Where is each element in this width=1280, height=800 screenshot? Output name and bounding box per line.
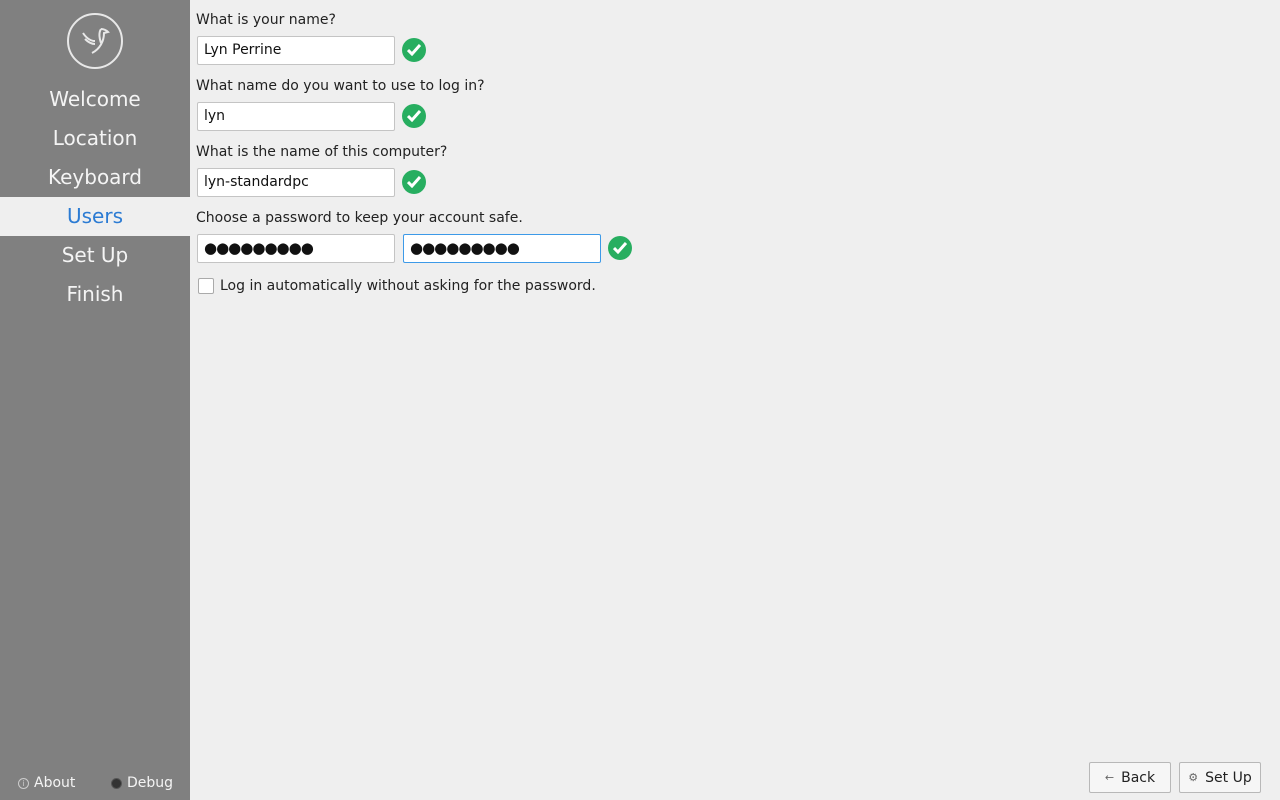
autologin-checkbox[interactable] [198, 278, 214, 294]
back-button[interactable]: ← Back [1089, 762, 1171, 793]
about-label: About [34, 775, 76, 791]
sidebar-item-users: Users [0, 197, 190, 236]
sidebar-item-location: Location [52, 126, 138, 150]
gear-icon: ⚙ [1188, 771, 1199, 784]
back-label: Back [1121, 769, 1156, 786]
check-icon [402, 38, 426, 62]
sidebar-item-setup: Set Up [61, 243, 129, 267]
about-button[interactable]: i About [18, 775, 75, 791]
name-label: What is your name? [196, 12, 336, 28]
hostname-input[interactable]: lyn-standardpc [197, 168, 395, 197]
info-icon: i [18, 777, 29, 789]
sidebar-item-welcome: Welcome [49, 87, 141, 111]
check-icon [402, 104, 426, 128]
bug-icon [111, 777, 122, 789]
login-label: What name do you want to use to log in? [196, 78, 485, 94]
debug-button[interactable]: Debug [111, 775, 173, 791]
login-input[interactable]: lyn [197, 102, 395, 131]
name-input[interactable]: Lyn Perrine [197, 36, 395, 65]
debug-label: Debug [127, 775, 174, 791]
password-label: Choose a password to keep your account s… [196, 210, 523, 226]
setup-button[interactable]: ⚙ Set Up [1179, 762, 1261, 793]
password-confirm-input[interactable]: ●●●●●●●●● [403, 234, 601, 263]
password-input[interactable]: ●●●●●●●●● [197, 234, 395, 263]
sidebar: Welcome Location Keyboard Users Set Up F… [0, 0, 190, 800]
hostname-label: What is the name of this computer? [196, 144, 448, 160]
check-icon [608, 236, 632, 260]
bird-logo-icon [67, 13, 123, 69]
check-icon [402, 170, 426, 194]
setup-label: Set Up [1205, 769, 1252, 786]
arrow-left-icon: ← [1104, 771, 1115, 784]
sidebar-item-finish: Finish [66, 282, 124, 306]
sidebar-item-keyboard: Keyboard [47, 165, 142, 189]
autologin-label[interactable]: Log in automatically without asking for … [220, 278, 596, 294]
